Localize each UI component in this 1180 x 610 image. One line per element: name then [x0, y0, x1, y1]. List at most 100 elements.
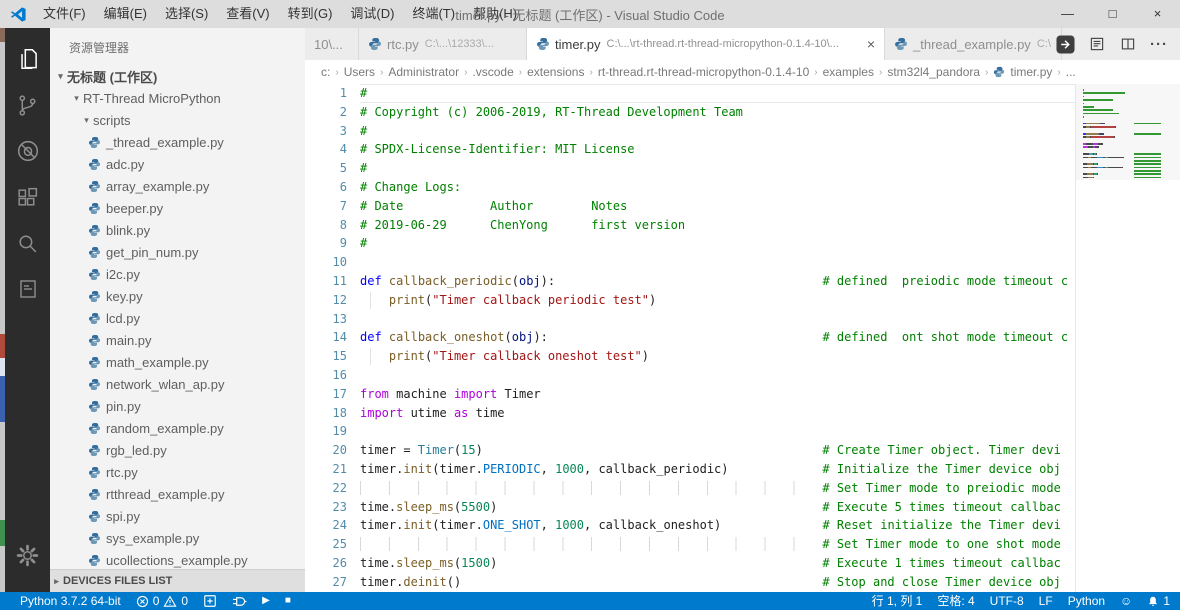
notifications-bell[interactable]: 1: [1147, 592, 1170, 610]
feedback-smiley-icon[interactable]: ☺: [1120, 592, 1132, 610]
search-icon[interactable]: [5, 220, 50, 266]
line-content[interactable]: # Copyright (c) 2006-2019, RT-Thread Dev…: [360, 103, 1075, 122]
breadcrumb-item-9[interactable]: ...: [1064, 65, 1078, 79]
line-content[interactable]: [360, 253, 1075, 272]
breadcrumb-item-6[interactable]: examples: [821, 65, 876, 79]
line-content[interactable]: # Set Timer mode to preiodic mode: [360, 479, 1075, 498]
menu-item-1[interactable]: 编辑(E): [95, 0, 156, 28]
line-content[interactable]: time.sleep_ms(5500) # Execute 5 times ti…: [360, 498, 1075, 517]
line-content[interactable]: def callback_periodic(obj): # defined pr…: [360, 272, 1075, 291]
tree-item-file[interactable]: math_example.py: [50, 351, 305, 373]
line-content[interactable]: # Change Logs:: [360, 178, 1075, 197]
line-content[interactable]: timer.init(timer.PERIODIC, 1000, callbac…: [360, 460, 1075, 479]
line-content[interactable]: [360, 366, 1075, 385]
code-line-10[interactable]: 10: [305, 253, 1075, 272]
code-line-3[interactable]: 3 #: [305, 122, 1075, 141]
code-line-23[interactable]: 23 time.sleep_ms(5500) # Execute 5 times …: [305, 498, 1075, 517]
code-line-12[interactable]: 12 print("Timer callback periodic test"): [305, 291, 1075, 310]
tree-item-file[interactable]: adc.py: [50, 153, 305, 175]
tab-timer.py[interactable]: timer.py C:\...\rt-thread.rt-thread-micro…: [527, 28, 885, 60]
tree-item-file[interactable]: beeper.py: [50, 197, 305, 219]
code-line-25[interactable]: 25 # Set Timer mode to one shot mode: [305, 535, 1075, 554]
code-line-22[interactable]: 22 # Set Timer mode to preiodic mode: [305, 479, 1075, 498]
indentation[interactable]: 空格: 4: [937, 592, 974, 610]
encoding[interactable]: UTF-8: [990, 592, 1024, 610]
tree-item-file[interactable]: get_pin_num.py: [50, 241, 305, 263]
split-editor-icon[interactable]: [1119, 35, 1137, 53]
tree-item-file[interactable]: random_example.py: [50, 417, 305, 439]
breadcrumb-item-8[interactable]: timer.py: [1008, 65, 1054, 79]
maximize-button[interactable]: □: [1090, 0, 1135, 28]
line-content[interactable]: # 2019-06-29 ChenYong first version: [360, 216, 1075, 235]
code-line-17[interactable]: 17 from machine import Timer: [305, 385, 1075, 404]
cursor-position[interactable]: 行 1, 列 1: [872, 592, 923, 610]
stop-button[interactable]: ■: [285, 592, 291, 610]
tree-item-folder[interactable]: ▾ scripts: [50, 109, 305, 131]
tree-item-file[interactable]: blink.py: [50, 219, 305, 241]
menu-item-5[interactable]: 调试(D): [341, 0, 403, 28]
run-button[interactable]: ▶: [262, 592, 270, 610]
close-tab-icon[interactable]: ×: [861, 36, 875, 52]
tab-rtc.py[interactable]: rtc.py C:\...\12333\...: [359, 28, 527, 60]
source-control-icon[interactable]: [5, 82, 50, 128]
eol-sequence[interactable]: LF: [1039, 592, 1053, 610]
problems-indicator[interactable]: 0 0: [136, 592, 188, 610]
code-line-5[interactable]: 5 #: [305, 159, 1075, 178]
line-content[interactable]: # Date Author Notes: [360, 197, 1075, 216]
code-line-19[interactable]: 19: [305, 422, 1075, 441]
debug-disabled-icon[interactable]: [5, 128, 50, 174]
code-line-7[interactable]: 7 # Date Author Notes: [305, 197, 1075, 216]
tab-_thread_example.py[interactable]: _thread_example.py C:\: [885, 28, 1062, 60]
line-content[interactable]: timer.init(timer.ONE_SHOT, 1000, callbac…: [360, 516, 1075, 535]
menu-item-0[interactable]: 文件(F): [34, 0, 95, 28]
tree-item-file[interactable]: rtc.py: [50, 461, 305, 483]
code-line-1[interactable]: 1 #: [305, 84, 1075, 103]
code-line-9[interactable]: 9 #: [305, 234, 1075, 253]
line-content[interactable]: #: [360, 234, 1075, 253]
breadcrumb-item-0[interactable]: c:: [319, 65, 332, 79]
rt-thread-download-icon[interactable]: [1056, 34, 1075, 54]
code-line-21[interactable]: 21 timer.init(timer.PERIODIC, 1000, callb…: [305, 460, 1075, 479]
minimize-button[interactable]: —: [1045, 0, 1090, 28]
line-content[interactable]: time.sleep_ms(1500) # Execute 1 times ti…: [360, 554, 1075, 573]
tree-item-file[interactable]: sys_example.py: [50, 527, 305, 549]
close-button[interactable]: ×: [1135, 0, 1180, 28]
code-line-13[interactable]: 13: [305, 310, 1075, 329]
line-content[interactable]: #: [360, 122, 1075, 141]
tree-item-file[interactable]: key.py: [50, 285, 305, 307]
python-interpreter[interactable]: Python 3.7.2 64-bit: [20, 592, 121, 610]
breadcrumb-item-1[interactable]: Users: [342, 65, 377, 79]
breadcrumb-item-5[interactable]: rt-thread.rt-thread-micropython-0.1.4-10: [596, 65, 811, 79]
code-line-6[interactable]: 6 # Change Logs:: [305, 178, 1075, 197]
code-line-4[interactable]: 4 # SPDX-License-Identifier: MIT License: [305, 140, 1075, 159]
code-line-18[interactable]: 18 import utime as time: [305, 404, 1075, 423]
tree-item-file[interactable]: network_wlan_ap.py: [50, 373, 305, 395]
code-line-26[interactable]: 26 time.sleep_ms(1500) # Execute 1 times …: [305, 554, 1075, 573]
minimap[interactable]: [1075, 84, 1180, 592]
line-content[interactable]: from machine import Timer: [360, 385, 1075, 404]
breadcrumb-item-2[interactable]: Administrator: [386, 65, 461, 79]
line-content[interactable]: def callback_oneshot(obj): # defined ont…: [360, 328, 1075, 347]
language-mode[interactable]: Python: [1068, 592, 1105, 610]
line-content[interactable]: [360, 310, 1075, 329]
explorer-icon[interactable]: [5, 36, 50, 82]
code-lines[interactable]: 1 #2 # Copyright (c) 2006-2019, RT-Thread …: [305, 84, 1075, 592]
new-project-button[interactable]: [203, 594, 217, 608]
tree-item-file[interactable]: lcd.py: [50, 307, 305, 329]
tree-item-file[interactable]: i2c.py: [50, 263, 305, 285]
line-content[interactable]: # SPDX-License-Identifier: MIT License: [360, 140, 1075, 159]
code-line-24[interactable]: 24 timer.init(timer.ONE_SHOT, 1000, callb…: [305, 516, 1075, 535]
code-editor[interactable]: 1 #2 # Copyright (c) 2006-2019, RT-Thread …: [305, 84, 1180, 592]
tree-item-file[interactable]: _thread_example.py: [50, 131, 305, 153]
tree-item-file[interactable]: rgb_led.py: [50, 439, 305, 461]
line-content[interactable]: print("Timer callback oneshot test"): [360, 347, 1075, 366]
code-line-15[interactable]: 15 print("Timer callback oneshot test"): [305, 347, 1075, 366]
line-content[interactable]: import utime as time: [360, 404, 1075, 423]
devices-files-list-section[interactable]: ▸ DEVICES FILES LIST: [50, 569, 305, 592]
code-line-27[interactable]: 27 timer.deinit() # Stop and close Timer …: [305, 573, 1075, 592]
open-preview-icon[interactable]: [1088, 35, 1106, 53]
line-content[interactable]: print("Timer callback periodic test"): [360, 291, 1075, 310]
line-content[interactable]: #: [360, 84, 1075, 103]
line-content[interactable]: #: [360, 159, 1075, 178]
tree-item-file[interactable]: main.py: [50, 329, 305, 351]
